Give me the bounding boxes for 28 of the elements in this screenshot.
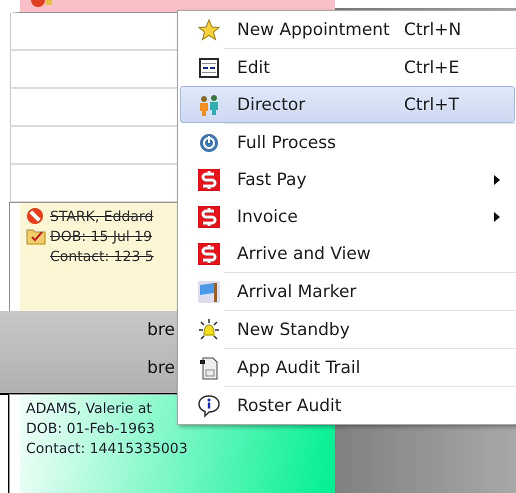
appointment-text: Contact: 123 5 bbox=[50, 248, 154, 267]
menu-item[interactable]: Full Process bbox=[180, 124, 515, 161]
power-icon bbox=[199, 132, 219, 152]
dollar-icon bbox=[198, 168, 220, 190]
break-label: bre bbox=[147, 357, 175, 379]
menu-item[interactable]: New Appointment Ctrl+N bbox=[180, 11, 515, 48]
menu-item[interactable]: New Standby bbox=[180, 311, 515, 348]
flag-icon bbox=[197, 280, 221, 304]
menu-item[interactable]: Fast Pay bbox=[180, 161, 515, 198]
folder-check-icon bbox=[26, 227, 46, 245]
appointment-text: Contact: 14415335003 bbox=[26, 440, 188, 459]
break-label: bre bbox=[147, 319, 175, 341]
document-icon bbox=[199, 356, 219, 380]
menu-item[interactable]: Edit Ctrl+E bbox=[180, 49, 515, 86]
bell-icon bbox=[197, 318, 221, 342]
star-icon bbox=[198, 18, 220, 40]
appointment-text: DOB: 01-Feb-1963 bbox=[26, 420, 156, 439]
appointment-text: STARK, Eddard bbox=[50, 208, 154, 227]
menu-item[interactable]: App Audit Trail bbox=[180, 349, 515, 386]
menu-item[interactable]: Director Ctrl+T bbox=[180, 86, 515, 123]
people-icon bbox=[197, 94, 221, 116]
no-entry-icon bbox=[26, 207, 44, 225]
dollar-icon bbox=[198, 206, 220, 228]
info-icon bbox=[197, 394, 221, 418]
form-icon bbox=[198, 56, 220, 78]
dollar-icon bbox=[198, 242, 220, 264]
appointment-text: ADAMS, Valerie at bbox=[26, 400, 153, 419]
appointment-text: DOB: 15 Jul 19 bbox=[50, 228, 153, 247]
